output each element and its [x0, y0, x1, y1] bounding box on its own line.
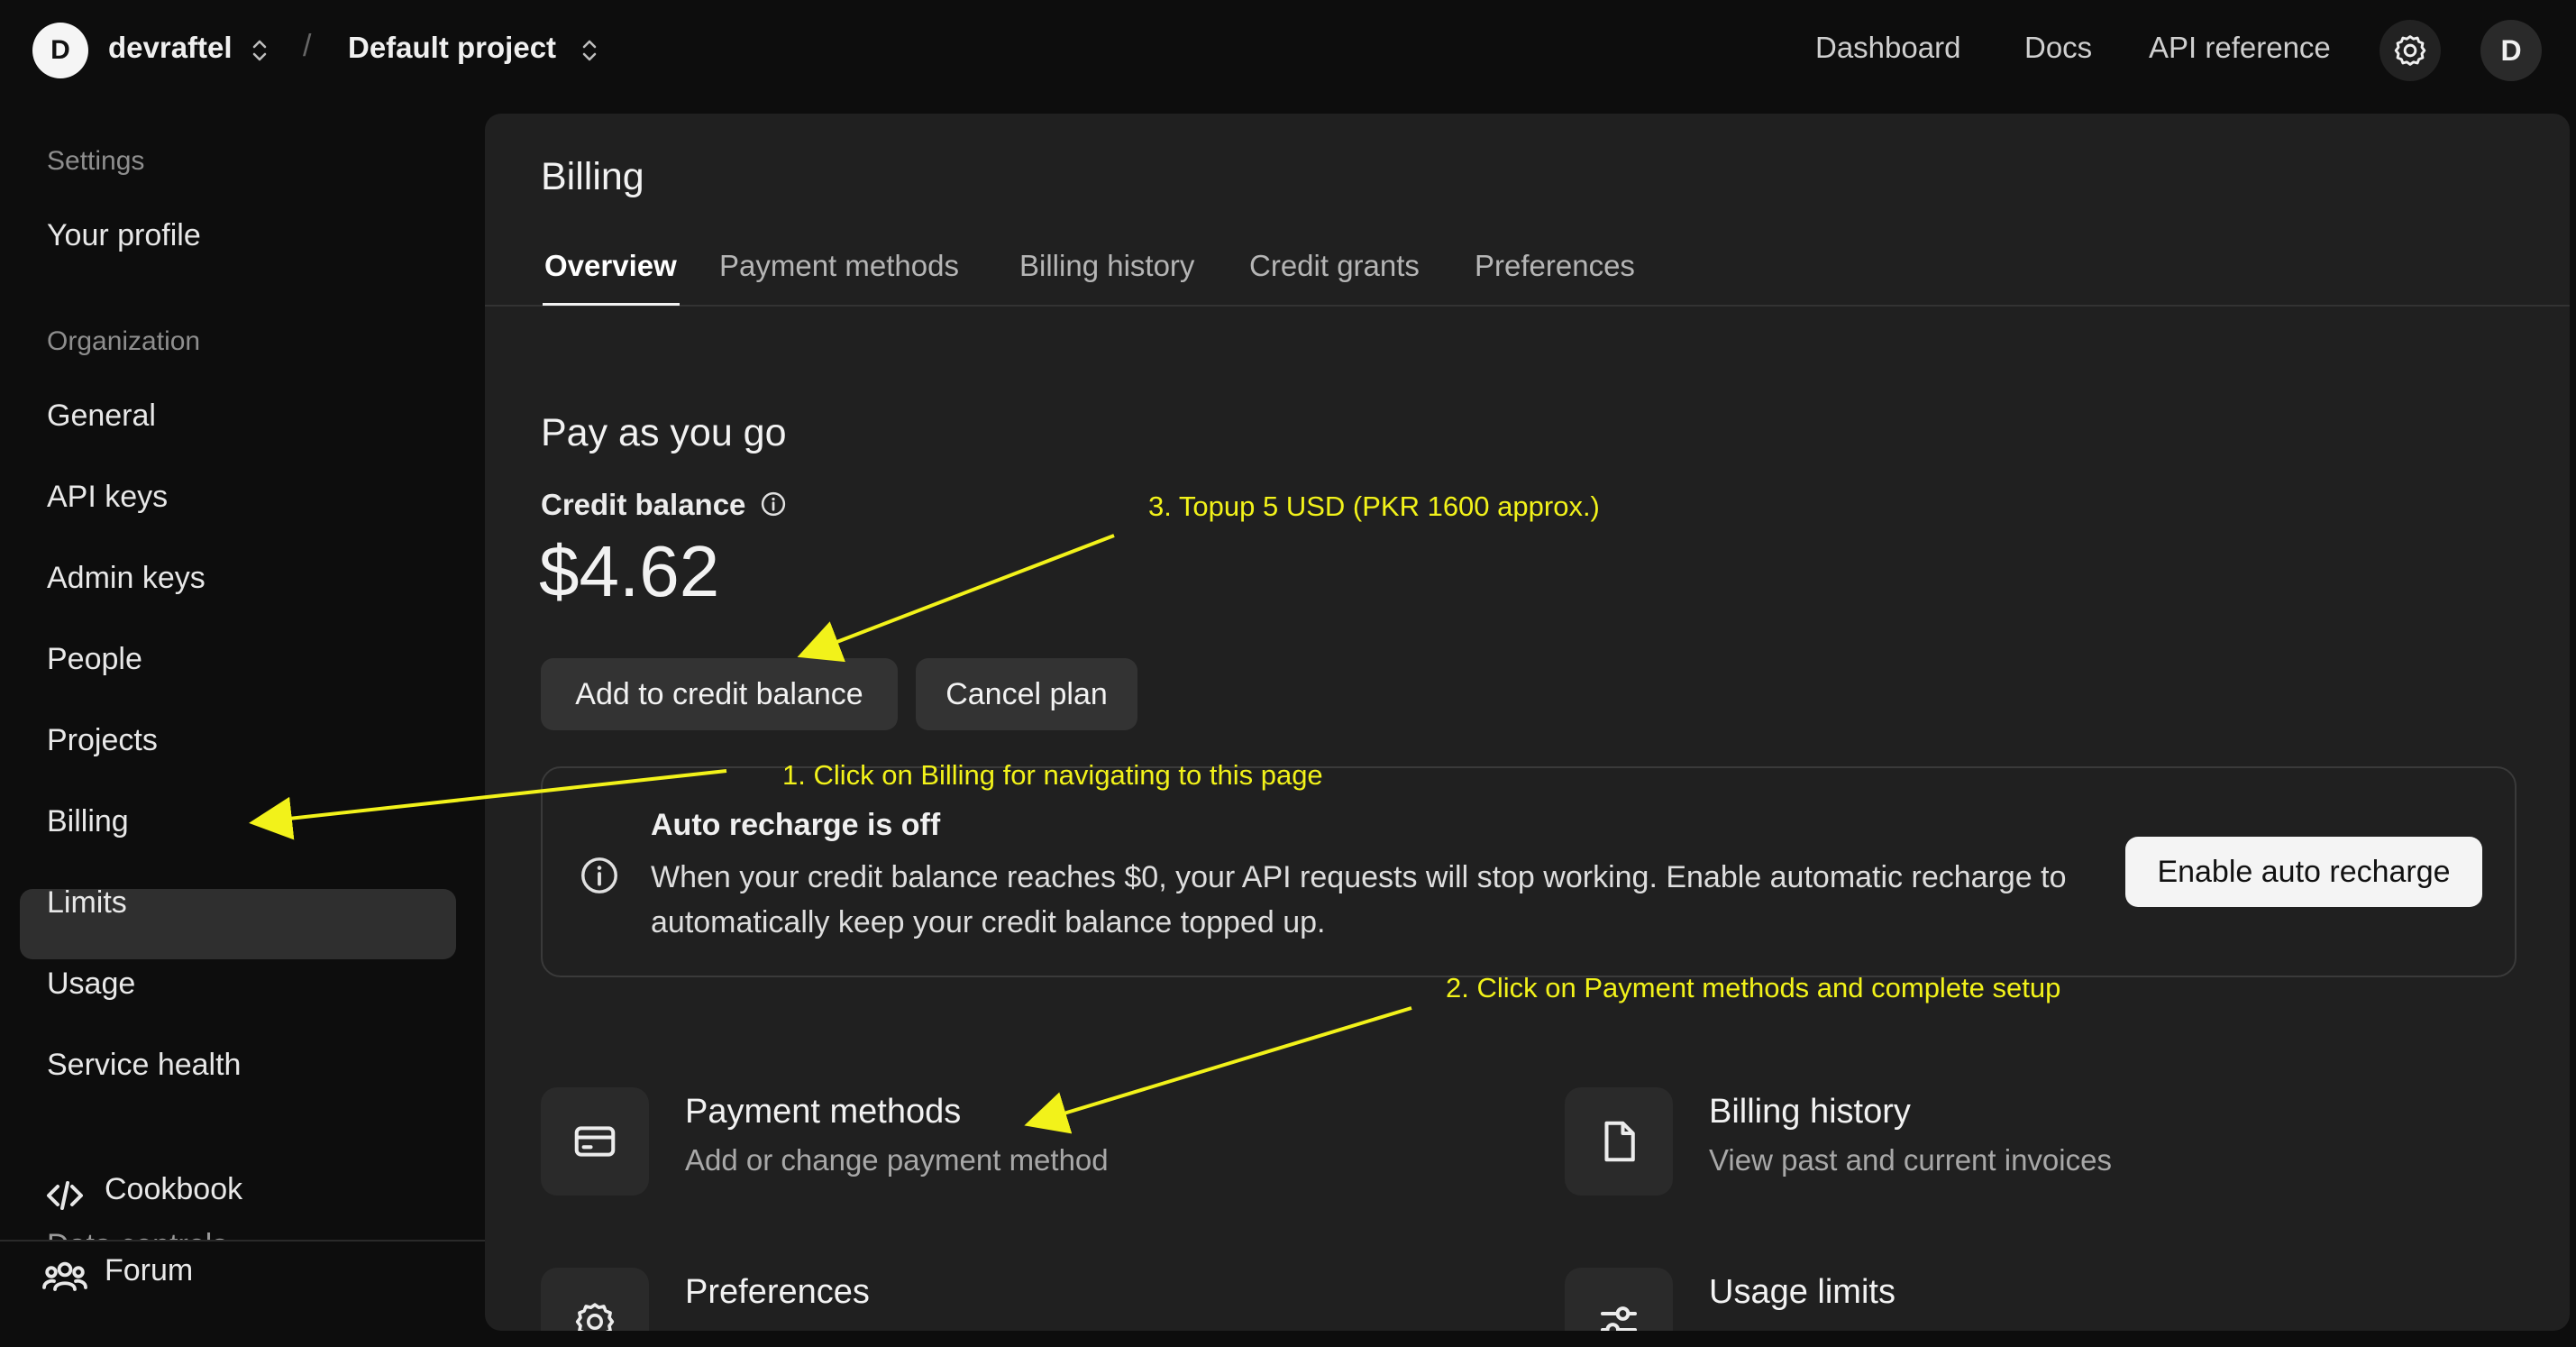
billing-history-card-icon[interactable] — [1565, 1087, 1673, 1196]
billing-panel: Billing Overview Payment methods Billing… — [485, 114, 2570, 1331]
nav-docs[interactable]: Docs — [2024, 31, 2092, 65]
sidebar-item-api-keys[interactable]: API keys — [47, 480, 168, 515]
sidebar: Settings Your profile Organization Gener… — [0, 101, 485, 1347]
sidebar-item-projects[interactable]: Projects — [47, 723, 158, 758]
tab-overview[interactable]: Overview — [544, 249, 677, 283]
tab-preferences[interactable]: Preferences — [1475, 249, 1635, 283]
sliders-icon — [1600, 1306, 1638, 1331]
org-switcher[interactable]: devraftel — [108, 31, 233, 65]
gear-icon — [2394, 35, 2426, 66]
add-to-credit-balance-button[interactable]: Add to credit balance — [541, 658, 898, 730]
sidebar-item-limits[interactable]: Limits — [47, 885, 127, 921]
usage-limits-card-icon[interactable] — [1565, 1268, 1673, 1331]
sidebar-item-your-profile[interactable]: Your profile — [47, 218, 201, 253]
annotation-step-2: 2. Click on Payment methods and complete… — [1446, 972, 2061, 1003]
document-icon — [1604, 1121, 1635, 1162]
sidebar-item-truncated[interactable]: Data controls — [47, 1228, 227, 1241]
sidebar-divider — [0, 1240, 485, 1242]
auto-recharge-notice: Auto recharge is off When your credit ba… — [541, 766, 2517, 977]
sidebar-heading-organization: Organization — [47, 326, 201, 356]
payment-methods-card-subtitle: Add or change payment method — [685, 1143, 1109, 1177]
sidebar-cookbook-link[interactable]: Cookbook — [105, 1172, 242, 1207]
annotation-step-3: 3. Topup 5 USD (PKR 1600 approx.) — [1148, 490, 1600, 522]
chevron-updown-icon[interactable] — [579, 34, 600, 67]
preferences-card-icon[interactable] — [541, 1268, 649, 1331]
info-icon[interactable] — [760, 490, 787, 518]
tabs-divider — [485, 305, 2570, 307]
sidebar-item-people[interactable]: People — [47, 642, 142, 677]
notice-title: Auto recharge is off — [651, 808, 941, 842]
cancel-plan-button[interactable]: Cancel plan — [916, 658, 1137, 730]
sidebar-forum-link[interactable]: Forum — [105, 1253, 193, 1288]
notice-text: When your credit balance reaches $0, you… — [651, 860, 2067, 939]
sidebar-item-general[interactable]: General — [47, 399, 156, 434]
chevron-updown-icon[interactable] — [249, 34, 270, 67]
credit-card-icon — [574, 1126, 616, 1157]
sidebar-item-usage[interactable]: Usage — [47, 967, 135, 1002]
breadcrumb-separator: / — [303, 29, 312, 63]
sidebar-item-service-health[interactable]: Service health — [47, 1048, 241, 1083]
code-icon — [47, 1181, 83, 1210]
annotation-step-1: 1. Click on Billing for navigating to th… — [782, 759, 1323, 791]
payment-methods-card-title[interactable]: Payment methods — [685, 1093, 961, 1132]
tab-billing-history[interactable]: Billing history — [1019, 249, 1194, 283]
active-tab-indicator — [543, 303, 680, 306]
payment-methods-card-icon[interactable] — [541, 1087, 649, 1196]
preferences-card-title[interactable]: Preferences — [685, 1273, 870, 1312]
tab-credit-grants[interactable]: Credit grants — [1249, 249, 1420, 283]
top-bar: D devraftel / Default project Dashboard … — [0, 0, 2576, 101]
plan-title: Pay as you go — [541, 411, 787, 454]
sidebar-heading-settings: Settings — [47, 146, 145, 176]
credit-balance-label: Credit balance — [541, 488, 746, 521]
info-icon — [581, 857, 617, 893]
settings-icon — [575, 1303, 615, 1331]
nav-dashboard[interactable]: Dashboard — [1815, 31, 1960, 65]
settings-button[interactable] — [2380, 20, 2441, 81]
credit-balance-amount: $4.62 — [539, 531, 720, 611]
page-title: Billing — [541, 155, 644, 198]
enable-auto-recharge-button[interactable]: Enable auto recharge — [2125, 837, 2482, 907]
billing-history-card-subtitle: View past and current invoices — [1709, 1143, 2112, 1177]
project-switcher[interactable]: Default project — [348, 31, 556, 65]
sidebar-item-billing[interactable]: Billing — [47, 804, 129, 839]
user-avatar[interactable]: D — [2480, 20, 2542, 81]
org-avatar[interactable]: D — [32, 23, 88, 78]
tab-payment-methods[interactable]: Payment methods — [719, 249, 959, 283]
people-icon — [42, 1261, 87, 1291]
usage-limits-card-title[interactable]: Usage limits — [1709, 1273, 1895, 1312]
billing-history-card-title[interactable]: Billing history — [1709, 1093, 1911, 1132]
nav-api-reference[interactable]: API reference — [2149, 31, 2331, 65]
sidebar-item-admin-keys[interactable]: Admin keys — [47, 561, 206, 596]
